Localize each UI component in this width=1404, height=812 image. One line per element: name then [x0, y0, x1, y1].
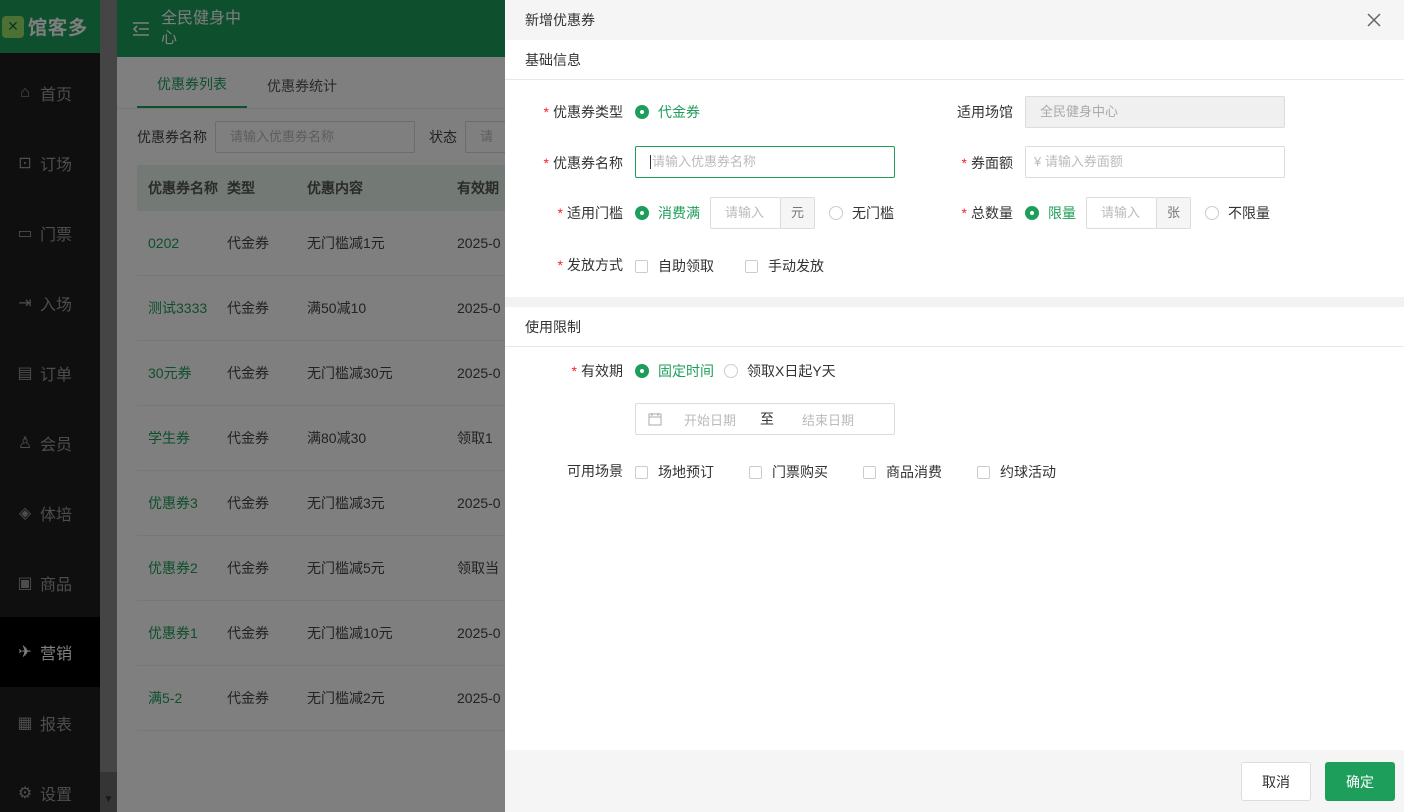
total-unit: 张 [1157, 197, 1191, 229]
total-unlimited-radio[interactable]: 不限量 [1205, 203, 1270, 223]
venue-field: 全民健身中心 [1025, 96, 1285, 128]
validity-date-range[interactable]: 开始日期 至 结束日期 [635, 403, 895, 435]
usage-limit-form: * 有效期 固定时间 领取X日起Y天 开始日期 至 结束日期 可用场景 场地预订 … [505, 347, 1404, 647]
close-icon[interactable] [1364, 10, 1384, 30]
issue-method-label: * 发放方式 [557, 257, 623, 273]
drawer-header: 新增优惠券 [505, 0, 1404, 40]
threshold-amount-input[interactable]: 请输入 [710, 197, 781, 229]
date-range-separator: 至 [760, 411, 775, 427]
section-divider [505, 297, 1404, 307]
section-usage-limit: 使用限制 [505, 307, 1404, 347]
drawer-footer: 取消 确定 [505, 750, 1404, 812]
section-basic-info: 基础信息 [505, 40, 1404, 80]
total-quantity-label: * 总数量 [961, 205, 1013, 221]
total-quantity-input[interactable]: 请输入 [1086, 197, 1157, 229]
end-date-input[interactable]: 结束日期 [802, 410, 854, 429]
threshold-unit: 元 [781, 197, 815, 229]
coupon-name-label: * 优惠券名称 [543, 155, 623, 171]
coupon-name-input[interactable]: 请输入优惠券名称 [635, 146, 895, 178]
validity-fixed-radio[interactable]: 固定时间 [635, 361, 714, 381]
issue-self-checkbox[interactable]: 自助领取 [635, 256, 714, 276]
threshold-none-radio[interactable]: 无门槛 [829, 203, 894, 223]
validity-label: * 有效期 [571, 363, 623, 379]
scene-goods-checkbox[interactable]: 商品消费 [863, 462, 942, 482]
calendar-icon [648, 413, 662, 426]
face-value-label: * 券面额 [961, 155, 1013, 171]
scene-ticket-checkbox[interactable]: 门票购买 [749, 462, 828, 482]
drawer-title: 新增优惠券 [525, 12, 595, 28]
cancel-button[interactable]: 取消 [1241, 762, 1311, 801]
coupon-type-label: * 优惠券类型 [543, 104, 623, 120]
issue-manual-checkbox[interactable]: 手动发放 [745, 256, 824, 276]
validity-relative-radio[interactable]: 领取X日起Y天 [724, 361, 836, 381]
threshold-spend-radio[interactable]: 消费满 [635, 203, 700, 223]
threshold-label: * 适用门槛 [557, 205, 623, 221]
add-coupon-drawer: 新增优惠券 基础信息 * 优惠券类型 代金券 适用场馆 全民健身中心 * 优惠券名称… [505, 0, 1404, 812]
start-date-input[interactable]: 开始日期 [684, 410, 736, 429]
scene-activity-checkbox[interactable]: 约球活动 [977, 462, 1056, 482]
coupon-type-voucher-radio[interactable]: 代金券 [635, 102, 700, 122]
scene-label: 可用场景 [567, 463, 623, 479]
app-root: ✕ 馆客多 ⌂首页⊡订场▭门票⇥入场▤订单♙会员◈体培▣商品✈营销▦报表⚙设置 … [0, 0, 1404, 812]
confirm-button[interactable]: 确定 [1325, 762, 1395, 801]
face-value-input[interactable]: ¥ 请输入券面额 [1025, 146, 1285, 178]
scene-venue-booking-checkbox[interactable]: 场地预订 [635, 462, 714, 482]
basic-info-form: * 优惠券类型 代金券 适用场馆 全民健身中心 * 优惠券名称 请输入优惠券名称 *… [505, 80, 1404, 297]
total-limited-radio[interactable]: 限量 [1025, 203, 1076, 223]
venue-label: 适用场馆 [957, 104, 1013, 120]
